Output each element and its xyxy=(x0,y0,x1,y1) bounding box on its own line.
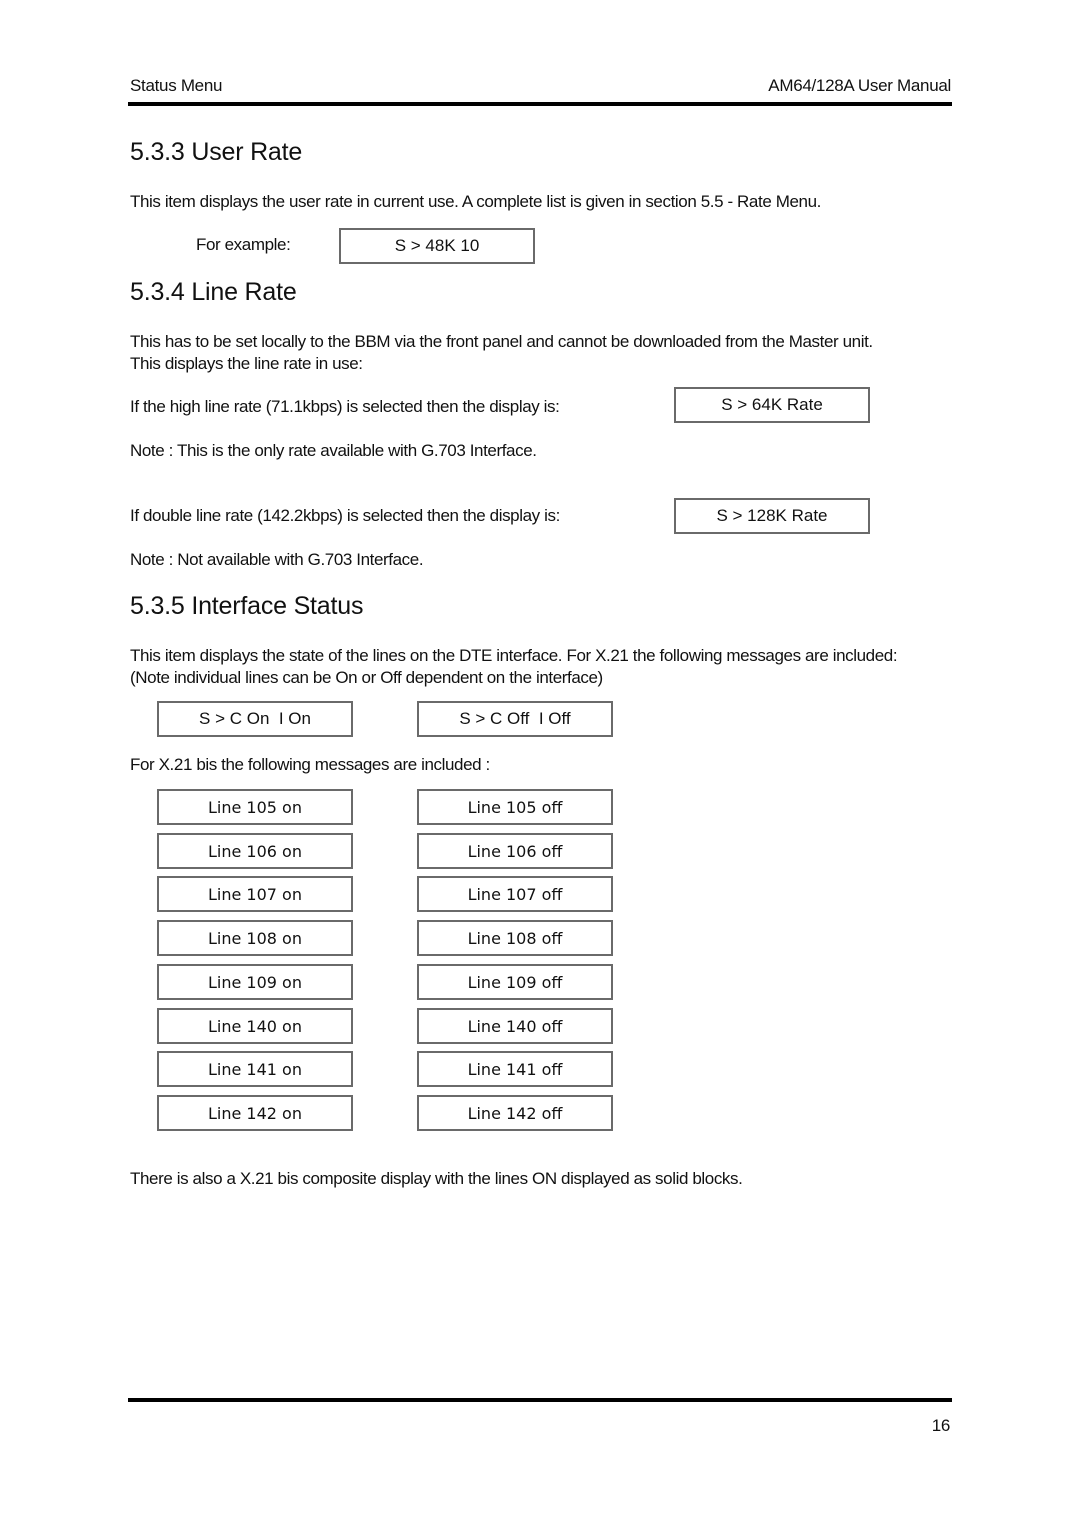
line-on-display-text: Line 140 on xyxy=(208,1016,302,1036)
line-on-display-text: Line 107 on xyxy=(208,884,302,904)
line-on-display-box: Line 109 on xyxy=(157,964,353,1000)
high-rate-text: If the high line rate (71.1kbps) is sele… xyxy=(130,397,560,416)
heading-interface-status: 5.3.5 Interface Status xyxy=(130,592,364,620)
x21-off-display-box: S > C Off I Off xyxy=(417,701,613,737)
footer-rule xyxy=(128,1398,952,1402)
line-off-display-box: Line 105 off xyxy=(417,789,613,825)
line-off-display-text: Line 105 off xyxy=(467,797,563,817)
line-on-display-box: Line 105 on xyxy=(157,789,353,825)
line-on-display-box: Line 140 on xyxy=(157,1008,353,1044)
interface-status-description-1: This item displays the state of the line… xyxy=(130,646,898,665)
line-on-display-text: Line 109 on xyxy=(208,972,302,992)
user-rate-description: This item displays the user rate in curr… xyxy=(130,192,821,211)
double-rate-display-text: S > 128K Rate xyxy=(716,506,828,525)
header-manual-title: AM64/128A User Manual xyxy=(768,76,951,95)
header-section-title: Status Menu xyxy=(130,76,223,95)
line-off-display-text: Line 141 off xyxy=(467,1059,563,1079)
user-rate-display-box: S > 48K 10 xyxy=(339,228,535,264)
line-rate-description-1: This has to be set locally to the BBM vi… xyxy=(130,332,873,351)
double-rate-note: Note : Not available with G.703 Interfac… xyxy=(130,550,424,569)
line-off-display-box: Line 140 off xyxy=(417,1008,613,1044)
line-off-display-text: Line 108 off xyxy=(467,928,563,948)
line-off-display-box: Line 106 off xyxy=(417,833,613,869)
user-rate-display-text: S > 48K 10 xyxy=(394,236,480,255)
line-on-display-text: Line 108 on xyxy=(208,928,302,948)
line-off-display-text: Line 106 off xyxy=(467,841,563,861)
high-rate-note: Note : This is the only rate available w… xyxy=(130,441,537,460)
line-on-display-box: Line 108 on xyxy=(157,920,353,956)
heading-line-rate: 5.3.4 Line Rate xyxy=(130,278,297,306)
line-on-display-text: Line 141 on xyxy=(208,1059,302,1079)
line-on-display-box: Line 141 on xyxy=(157,1051,353,1087)
line-off-display-box: Line 141 off xyxy=(417,1051,613,1087)
x21bis-intro: For X.21 bis the following messages are … xyxy=(130,755,490,774)
double-rate-display-box: S > 128K Rate xyxy=(674,498,870,534)
x21-on-display-box: S > C On I On xyxy=(157,701,353,737)
line-off-display-box: Line 107 off xyxy=(417,876,613,912)
line-off-display-text: Line 107 off xyxy=(467,884,563,904)
line-on-display-text: Line 105 on xyxy=(208,797,302,817)
line-off-display-box: Line 142 off xyxy=(417,1095,613,1131)
line-on-display-text: Line 106 on xyxy=(208,841,302,861)
line-rate-description-2: This displays the line rate in use: xyxy=(130,354,363,373)
x21-on-display-text: S > C On I On xyxy=(199,709,311,728)
line-off-display-box: Line 109 off xyxy=(417,964,613,1000)
interface-status-description-2: (Note individual lines can be On or Off … xyxy=(130,668,603,687)
line-off-display-text: Line 109 off xyxy=(467,972,563,992)
example-label: For example: xyxy=(196,235,291,254)
line-off-display-text: Line 142 off xyxy=(467,1103,563,1123)
line-on-display-text: Line 142 on xyxy=(208,1103,302,1123)
line-on-display-box: Line 106 on xyxy=(157,833,353,869)
line-on-display-box: Line 107 on xyxy=(157,876,353,912)
header-rule xyxy=(128,102,952,106)
line-off-display-text: Line 140 off xyxy=(467,1016,563,1036)
composite-display-note: There is also a X.21 bis composite displ… xyxy=(130,1169,743,1188)
x21-off-display-text: S > C Off I Off xyxy=(459,709,571,728)
high-rate-display-text: S > 64K Rate xyxy=(721,395,823,414)
heading-user-rate: 5.3.3 User Rate xyxy=(130,138,303,166)
high-rate-display-box: S > 64K Rate xyxy=(674,387,870,423)
double-rate-text: If double line rate (142.2kbps) is selec… xyxy=(130,506,560,525)
page-number: 16 xyxy=(931,1416,951,1435)
line-on-display-box: Line 142 on xyxy=(157,1095,353,1131)
line-off-display-box: Line 108 off xyxy=(417,920,613,956)
